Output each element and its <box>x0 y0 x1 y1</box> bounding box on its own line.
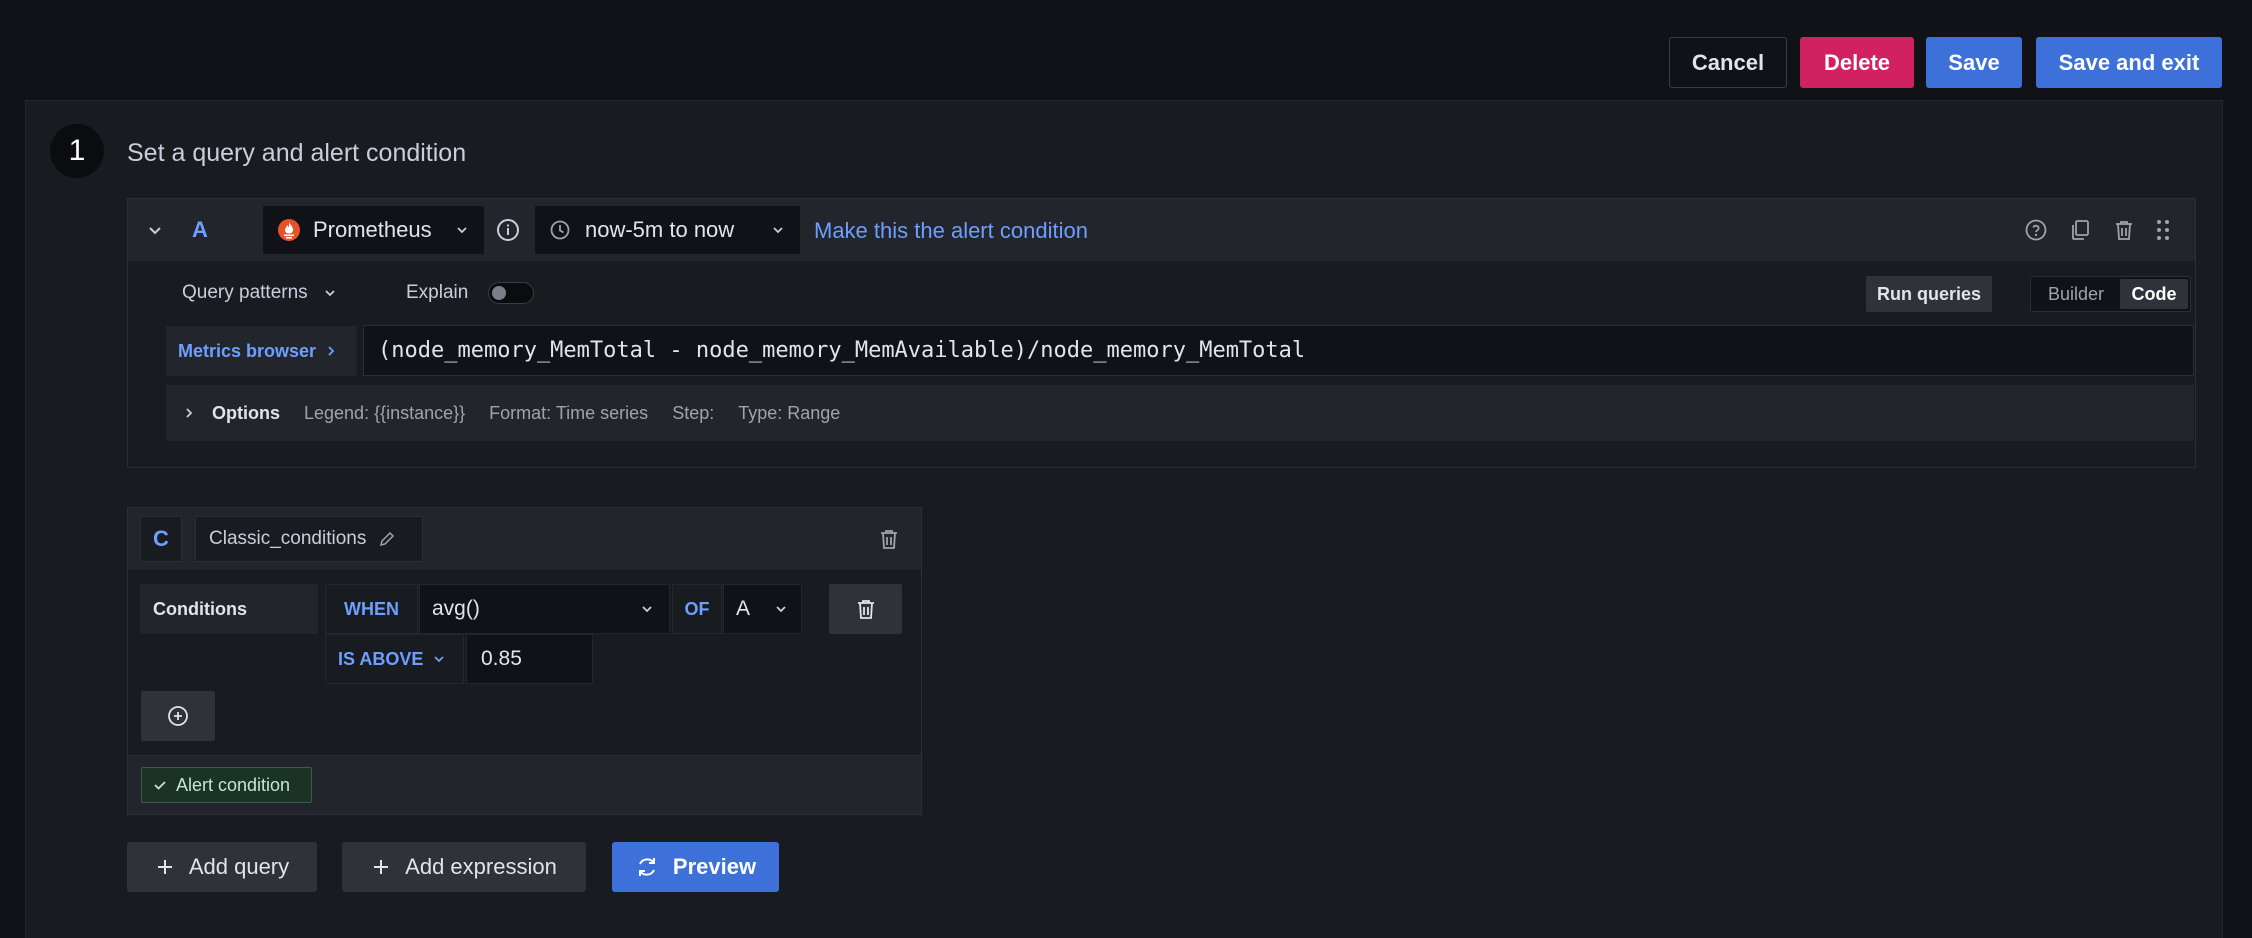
time-range-picker[interactable]: now-5m to now <box>534 205 801 255</box>
delete-button[interactable]: Delete <box>1800 37 1914 88</box>
threshold-input[interactable]: 0.85 <box>466 634 593 684</box>
chevron-down-icon <box>773 601 789 617</box>
make-alert-condition-link[interactable]: Make this the alert condition <box>814 218 1088 244</box>
run-queries-button[interactable]: Run queries <box>1866 276 1992 312</box>
check-icon <box>152 777 168 793</box>
save-button[interactable]: Save <box>1926 37 2022 88</box>
explain-label: Explain <box>406 282 469 303</box>
options-type: Type: Range <box>738 402 841 423</box>
time-range-label: now-5m to now <box>585 217 735 242</box>
query-ref-select[interactable]: A <box>723 584 802 634</box>
query-patterns-dropdown[interactable]: Query patterns <box>182 282 338 304</box>
plus-icon <box>155 857 175 877</box>
options-format: Format: Time series <box>489 402 649 423</box>
options-step: Step: <box>672 402 715 423</box>
preview-button[interactable]: Preview <box>612 842 779 892</box>
datasource-picker[interactable]: Prometheus <box>262 205 485 255</box>
chevron-down-icon <box>639 601 655 617</box>
query-ref-value: A <box>736 597 751 620</box>
chevron-down-icon <box>322 285 338 301</box>
query-options-row[interactable]: Options Legend: {{instance}} Format: Tim… <box>166 385 2194 441</box>
mode-code-option[interactable]: Code <box>2120 279 2188 309</box>
metrics-browser-button[interactable]: Metrics browser <box>166 326 357 376</box>
explain-control: Explain <box>406 282 535 304</box>
collapse-chevron-icon[interactable] <box>143 218 167 242</box>
conditions-label: Conditions <box>140 584 318 634</box>
trash-icon <box>854 597 878 621</box>
options-title: Options <box>212 402 280 423</box>
promql-code-editor[interactable]: (node_memory_MemTotal - node_memory_MemA… <box>363 325 2194 376</box>
step-number: 1 <box>50 124 104 178</box>
alert-condition-badge: Alert condition <box>141 767 312 803</box>
metrics-browser-label: Metrics browser <box>178 340 317 361</box>
add-query-label: Add query <box>188 854 290 879</box>
chevron-down-icon <box>431 651 447 667</box>
add-expression-label: Add expression <box>405 854 557 879</box>
options-legend: Legend: {{instance}} <box>304 402 466 423</box>
mode-builder-option[interactable]: Builder <box>2034 279 2118 309</box>
trash-icon[interactable] <box>877 527 901 551</box>
plus-icon <box>371 857 391 877</box>
add-expression-button[interactable]: Add expression <box>342 842 586 892</box>
reducer-select[interactable]: avg() <box>419 584 670 634</box>
info-icon[interactable] <box>495 217 521 243</box>
query-letter[interactable]: A <box>192 217 208 243</box>
trash-icon[interactable] <box>2112 218 2136 242</box>
chevron-down-icon <box>454 222 470 238</box>
pencil-icon[interactable] <box>378 530 396 548</box>
chevron-right-icon <box>324 344 338 358</box>
query-actions <box>2024 218 2170 242</box>
step-title: Set a query and alert condition <box>127 139 467 167</box>
expression-letter: C <box>140 516 182 562</box>
of-keyword: OF <box>672 584 722 634</box>
chevron-down-icon <box>770 222 786 238</box>
preview-label: Preview <box>672 854 757 879</box>
when-keyword: WHEN <box>325 584 418 634</box>
add-condition-button[interactable] <box>141 691 215 741</box>
promql-expression: (node_memory_MemTotal - node_memory_MemA… <box>378 338 1306 363</box>
evaluator-value: IS ABOVE <box>338 648 424 669</box>
cancel-button[interactable]: Cancel <box>1669 37 1787 88</box>
duplicate-icon[interactable] <box>2068 218 2092 242</box>
query-patterns-label: Query patterns <box>182 282 308 303</box>
alert-condition-label: Alert condition <box>176 774 291 795</box>
prometheus-icon <box>277 218 301 242</box>
add-query-button[interactable]: Add query <box>127 842 317 892</box>
plus-circle-icon <box>166 704 190 728</box>
reducer-value: avg() <box>432 597 480 620</box>
expression-name[interactable]: Classic_conditions <box>195 516 423 562</box>
help-icon[interactable] <box>2024 218 2048 242</box>
datasource-label: Prometheus <box>313 217 432 242</box>
save-and-exit-button[interactable]: Save and exit <box>2036 37 2222 88</box>
clock-icon <box>549 219 571 241</box>
refresh-icon <box>635 855 659 879</box>
expression-name-label: Classic_conditions <box>209 528 367 549</box>
chevron-right-icon <box>182 406 196 420</box>
explain-toggle[interactable] <box>488 282 535 304</box>
delete-condition-button[interactable] <box>829 584 902 634</box>
evaluator-select[interactable]: IS ABOVE <box>325 634 464 684</box>
drag-handle-icon[interactable] <box>2156 218 2170 242</box>
